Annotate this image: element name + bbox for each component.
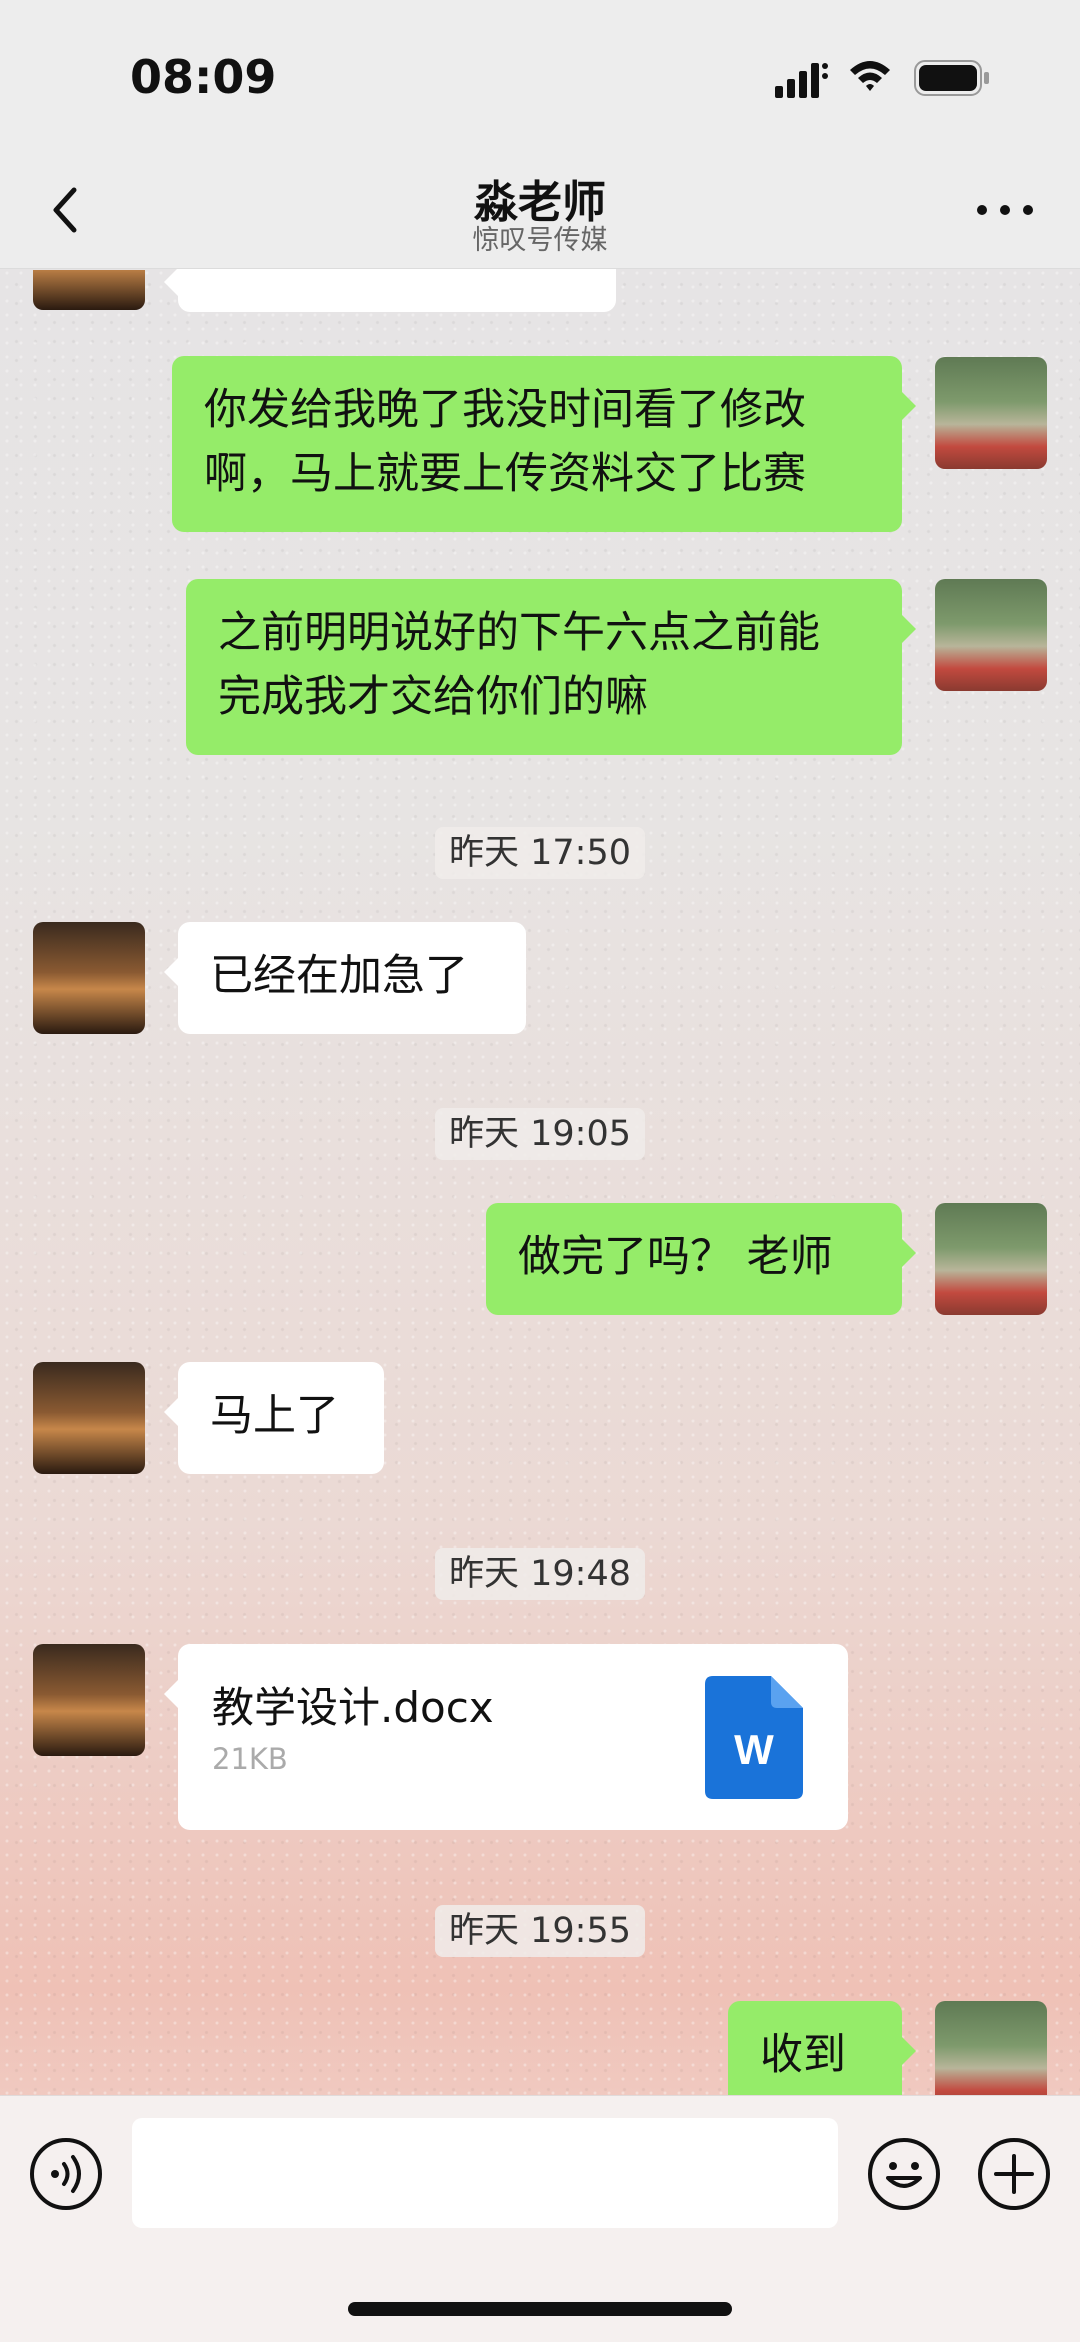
teacher-avatar[interactable] xyxy=(33,1644,145,1756)
message-bubble-outgoing[interactable]: 做完了吗？ 老师 xyxy=(486,1203,916,1315)
chat-header: 淼老师 惊叹号传媒 xyxy=(0,150,1080,269)
message-text: 啊，马上就要上传资料交了比赛 xyxy=(204,449,806,499)
message-bubble-outgoing[interactable]: 你发给我晚了我没时间看了修改 啊，马上就要上传资料交了比赛 xyxy=(172,356,916,532)
file-size: 21KB xyxy=(212,1742,288,1776)
file-message-card[interactable]: 教学设计.docx 21KB W xyxy=(164,1644,848,1830)
status-time: 08:09 xyxy=(130,50,277,104)
message-text: 做完了吗？ 老师 xyxy=(518,1232,833,1282)
message-text: 收到 xyxy=(760,2030,846,2080)
message-text: 你发给我晚了我没时间看了修改 xyxy=(204,385,806,435)
wifi-icon xyxy=(850,61,890,91)
my-avatar[interactable] xyxy=(935,357,1047,469)
timestamp: 昨天 17:50 xyxy=(0,824,1080,879)
timestamp: 昨天 19:55 xyxy=(0,1902,1080,1957)
timestamp: 昨天 19:48 xyxy=(0,1545,1080,1600)
home-indicator[interactable] xyxy=(348,2302,732,2316)
message-text: 之前明明说好的下午六点之前能 xyxy=(218,608,820,658)
my-avatar[interactable] xyxy=(935,1203,1047,1315)
battery-icon xyxy=(914,60,989,96)
teacher-avatar[interactable] xyxy=(33,1362,145,1474)
voice-input-icon[interactable] xyxy=(28,2136,104,2212)
timestamp: 昨天 19:05 xyxy=(0,1105,1080,1160)
more-options-icon[interactable] xyxy=(970,190,1040,230)
chat-subtitle: 惊叹号传媒 xyxy=(472,225,608,256)
plus-icon[interactable] xyxy=(976,2136,1052,2212)
teacher-avatar[interactable] xyxy=(33,922,145,1034)
message-bubble-outgoing[interactable]: 之前明明说好的下午六点之前能 完成我才交给你们的嘛 xyxy=(186,579,916,755)
emoji-icon[interactable] xyxy=(866,2136,942,2212)
status-bar: 08:09 xyxy=(0,0,1080,150)
message-text: 完成我才交给你们的嘛 xyxy=(218,672,648,722)
message-input[interactable] xyxy=(132,2118,838,2228)
cellular-signal-icon xyxy=(775,63,828,98)
message-text: 已经在加急了 xyxy=(210,951,468,1001)
my-avatar[interactable] xyxy=(935,579,1047,691)
file-name: 教学设计.docx xyxy=(212,1683,494,1732)
chat-texture xyxy=(0,0,1080,2341)
word-document-icon: W xyxy=(705,1676,803,1799)
word-icon-letter: W xyxy=(734,1726,774,1773)
message-bubble-incoming[interactable]: 已经在加急了 xyxy=(164,922,526,1034)
message-bubble-incoming[interactable]: 马上了 xyxy=(164,1362,384,1474)
message-text: 马上了 xyxy=(210,1391,339,1441)
